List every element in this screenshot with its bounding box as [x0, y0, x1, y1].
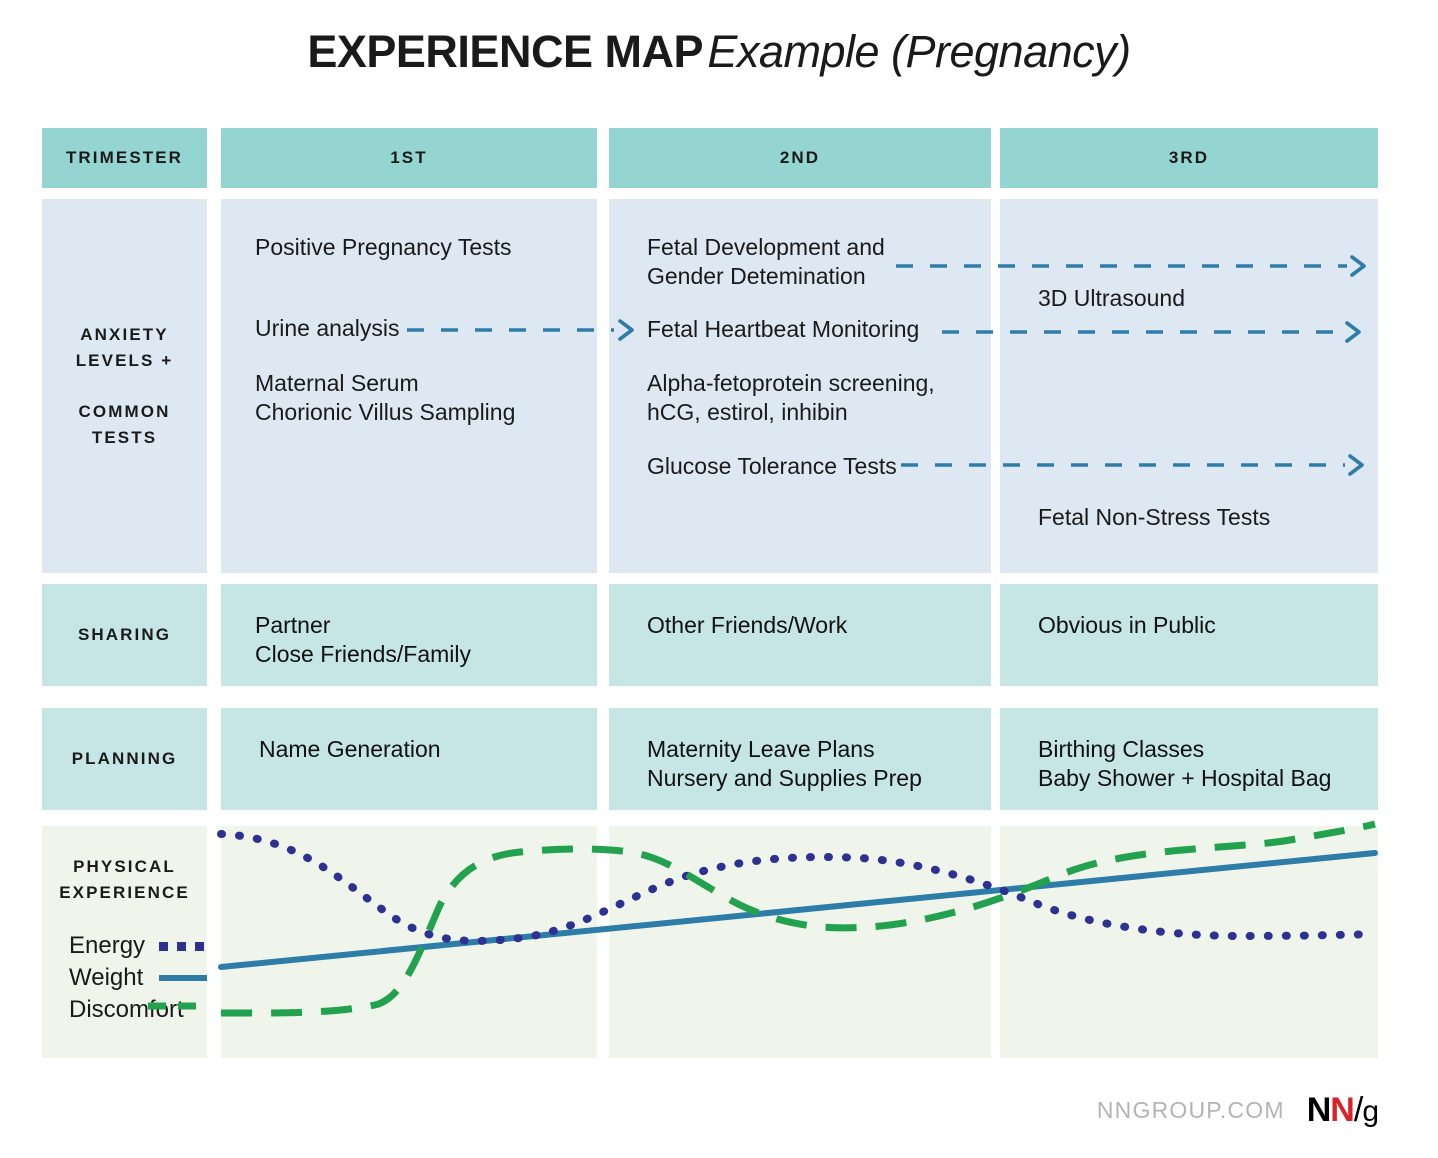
row-label-anxiety-line1: ANXIETY [80, 325, 169, 344]
planning-3rd-line2: Baby Shower + Hospital Bag [1038, 765, 1332, 792]
sharing-cell-2nd: Other Friends/Work [609, 584, 991, 686]
row-label-anxiety-line3: COMMON [78, 402, 171, 421]
row-label-planning: PLANNING [42, 708, 207, 810]
column-header-3rd: 3RD [1000, 128, 1378, 188]
page-title-bold: EXPERIENCE MAP [307, 26, 703, 77]
logo-n-second: N [1330, 1091, 1355, 1129]
physical-legend-title: PHYSICAL EXPERIENCE [42, 854, 207, 905]
planning-3rd-line1: Birthing Classes [1038, 736, 1205, 762]
column-header-1st-text: 1ST [390, 148, 428, 167]
test-item-fetal-heartbeat-monitoring: Fetal Heartbeat Monitoring [647, 316, 920, 342]
legend-item-weight: Weight [69, 962, 207, 994]
column-header-1st: 1ST [221, 128, 597, 188]
row-label-anxiety-line4: TESTS [91, 427, 158, 447]
sharing-2nd-line1: Other Friends/Work [647, 612, 848, 638]
row-label-trimester-text: TRIMESTER [65, 148, 184, 168]
row-label-sharing: SHARING [42, 584, 207, 686]
test-item-glucose-tolerance-tests: Glucose Tolerance Tests [647, 453, 897, 479]
legend-label-discomfort: Discomfort [69, 996, 184, 1023]
sharing-3rd-line1: Obvious in Public [1038, 612, 1216, 638]
row-label-anxiety-tests: ANXIETY LEVELS + COMMON TESTS [42, 199, 207, 573]
planning-cell-1st: Name Generation [221, 708, 597, 810]
column-header-2nd-text: 2ND [779, 148, 821, 167]
test-item-positive-pregnancy-tests: Positive Pregnancy Tests [255, 234, 512, 260]
planning-2nd-line2: Nursery and Supplies Prep [647, 765, 922, 792]
logo-slash: / [1353, 1091, 1364, 1129]
planning-cell-3rd: Birthing Classes Baby Shower + Hospital … [1000, 708, 1378, 810]
legend-label-weight: Weight [69, 964, 144, 991]
planning-2nd-line1: Maternity Leave Plans [647, 736, 875, 762]
sharing-1st-line2: Close Friends/Family [255, 641, 471, 668]
row-label-anxiety-line2: LEVELS + [75, 350, 174, 370]
tests-cell-3rd: 3D Ultrasound Fetal Non-Stress Tests [1000, 199, 1378, 573]
physical-legend-items: Energy Weight Discomfort [42, 930, 207, 1026]
test-item-maternal-serum: Maternal Serum [255, 370, 419, 396]
chart-panel-2nd [609, 826, 991, 1058]
row-label-trimester: TRIMESTER [42, 128, 207, 188]
test-item-fetal-non-stress-tests: Fetal Non-Stress Tests [1038, 504, 1271, 530]
physical-title-line1: PHYSICAL [73, 857, 176, 876]
row-label-sharing-text: SHARING [77, 625, 172, 645]
page-title: EXPERIENCE MAP Example (Pregnancy) [0, 26, 1438, 78]
nng-logo: N N / g [1306, 1091, 1379, 1130]
chart-panel-1st [221, 826, 597, 1058]
physical-experience-legend-cell: PHYSICAL EXPERIENCE Energy Weight Discom… [42, 826, 207, 1058]
test-item-alpha-fetoprotein-line2: hCG, estirol, inhibin [647, 399, 848, 425]
tests-cell-1st: Positive Pregnancy Tests Urine analysis … [221, 199, 597, 573]
physical-title-line2: EXPERIENCE [59, 882, 190, 902]
page-title-italic: Example (Pregnancy) [707, 26, 1131, 77]
test-item-fetal-development-line2: Gender Detemination [647, 263, 866, 289]
sharing-cell-3rd: Obvious in Public [1000, 584, 1378, 686]
legend-swatch-discomfort-icon [173, 1007, 207, 1013]
legend-label-energy: Energy [69, 932, 146, 959]
column-header-3rd-text: 3RD [1168, 148, 1210, 167]
test-item-alpha-fetoprotein-line1: Alpha-fetoprotein screening, [647, 370, 935, 396]
physical-legend-block: PHYSICAL EXPERIENCE [42, 854, 207, 905]
test-item-urine-analysis: Urine analysis [255, 315, 400, 341]
test-item-3d-ultrasound: 3D Ultrasound [1038, 285, 1186, 311]
legend-item-energy: Energy [69, 930, 207, 962]
test-item-chorionic-villus-sampling: Chorionic Villus Sampling [255, 399, 516, 425]
planning-1st-line1: Name Generation [259, 736, 441, 762]
footer: NNGROUP.COM N N / g [1096, 1091, 1379, 1130]
planning-cell-2nd: Maternity Leave Plans Nursery and Suppli… [609, 708, 991, 810]
footer-url: NNGROUP.COM [1096, 1097, 1285, 1123]
column-header-2nd: 2ND [609, 128, 991, 188]
sharing-1st-line1: Partner [255, 612, 331, 638]
legend-item-discomfort: Discomfort [69, 994, 207, 1026]
test-item-fetal-development-line1: Fetal Development and [647, 234, 885, 260]
logo-g: g [1362, 1095, 1379, 1128]
legend-swatch-energy-icon [158, 941, 207, 951]
chart-panel-3rd [1000, 826, 1378, 1058]
sharing-cell-1st: Partner Close Friends/Family [221, 584, 597, 686]
tests-cell-2nd: Fetal Development and Gender Deteminatio… [609, 199, 991, 573]
row-label-planning-text: PLANNING [71, 749, 178, 769]
legend-swatch-weight-icon [158, 975, 207, 981]
logo-n-first: N [1306, 1091, 1332, 1129]
